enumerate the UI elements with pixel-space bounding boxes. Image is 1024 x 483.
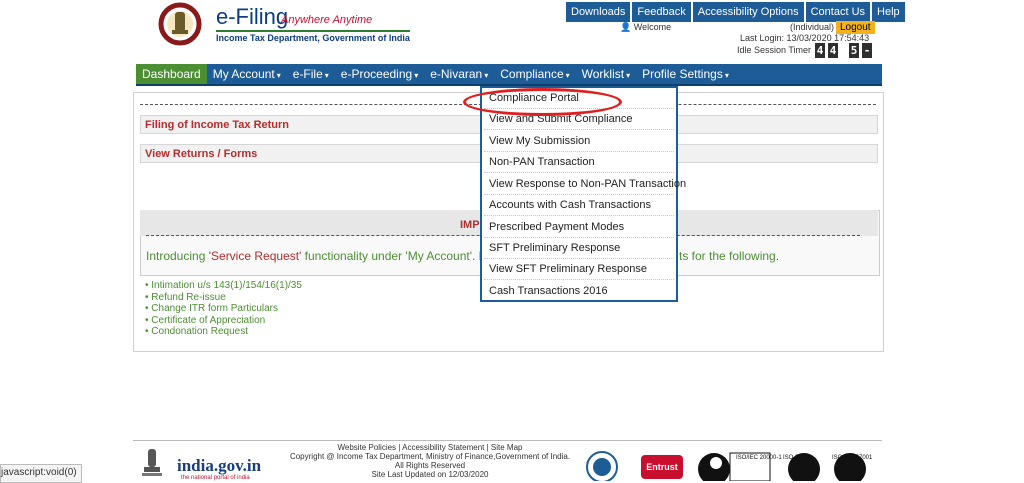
last-login: Last Login: 13/03/2020 17:54:43 [740, 33, 870, 43]
service-request-list: Intimation u/s 143(1)/154/16(1)/35 Refun… [145, 280, 302, 338]
chevron-down-icon: ▾ [414, 71, 419, 80]
footer-text: Website Policies | Accessibility Stateme… [270, 443, 590, 479]
nav-dashboard[interactable]: Dashboard [136, 64, 207, 84]
red-highlight-annotation [463, 88, 622, 116]
nav-worklist[interactable]: Worklist ▾ [576, 64, 636, 84]
top-links: Downloads Feedback Accessibility Options… [566, 2, 905, 22]
accessibility-options-link[interactable]: Accessibility Options [692, 2, 804, 22]
entrust-seal: Entrust [641, 455, 683, 479]
menu-item-non-pan-transaction[interactable]: Non-PAN Transaction [484, 152, 674, 173]
menu-item-view-sft-response[interactable]: View SFT Preliminary Response [484, 259, 674, 280]
main-nav: Dashboard My Account ▾ e-File ▾ e-Proceedi… [136, 64, 882, 86]
list-item: Intimation u/s 143(1)/154/16(1)/35 [145, 280, 302, 292]
chevron-down-icon: ▾ [724, 71, 729, 80]
nav-compliance[interactable]: Compliance ▾ [494, 64, 575, 84]
list-item: Refund Re-issue [145, 292, 302, 304]
chevron-down-icon: ▾ [626, 71, 631, 80]
feedback-link[interactable]: Feedback [632, 2, 691, 22]
list-item: Certificate of Appreciation [145, 315, 302, 327]
iso-27001-label: ISO/IEC 27001 [832, 455, 873, 461]
footer-links[interactable]: Website Policies | Accessibility Stateme… [270, 443, 590, 452]
notice-title: IMP [460, 219, 480, 231]
iso-badges-icon [698, 452, 866, 481]
nav-e-proceeding[interactable]: e-Proceeding ▾ [335, 64, 424, 84]
list-item: Change ITR form Particulars [145, 303, 302, 315]
menu-item-view-non-pan-response[interactable]: View Response to Non-PAN Transaction [484, 174, 686, 195]
india-gov-sub: the national portal of india [181, 475, 250, 481]
timer-digit: 4 [828, 43, 838, 58]
nav-e-nivaran[interactable]: e-Nivaran ▾ [424, 64, 494, 84]
menu-item-payment-modes[interactable]: Prescribed Payment Modes [484, 217, 674, 238]
notice-text: Introducing 'Service Request' functional… [146, 249, 488, 263]
nav-profile-settings[interactable]: Profile Settings ▾ [636, 64, 735, 84]
contact-us-link[interactable]: Contact Us [805, 2, 871, 22]
brand-tagline: Anywhere Anytime [281, 14, 373, 26]
menu-item-sft-response[interactable]: SFT Preliminary Response [484, 238, 674, 259]
menu-item-view-my-submission[interactable]: View My Submission [484, 131, 674, 152]
timer-digit: 4 [815, 43, 825, 58]
menu-item-cash-transactions-2016[interactable]: Cash Transactions 2016 [484, 281, 674, 302]
user-role: (Individual) [790, 22, 835, 32]
user-icon: 👤 [620, 22, 632, 32]
timer-digit: - [862, 43, 872, 58]
help-link[interactable]: Help [872, 2, 905, 22]
notice-text-tail: ts for the following. [679, 249, 780, 263]
welcome-text: 👤 Welcome [620, 22, 672, 32]
brand-title: e-Filing [216, 4, 289, 29]
nav-my-account[interactable]: My Account ▾ [207, 64, 287, 84]
chevron-down-icon: ▾ [324, 71, 329, 80]
chevron-down-icon: ▾ [484, 71, 489, 80]
timer-digit: 5 [849, 43, 859, 58]
browser-status-bar: javascript:void(0) [0, 464, 82, 483]
stqc-certificate-icon [586, 451, 618, 481]
chevron-down-icon: ▾ [276, 71, 281, 80]
nav-e-file[interactable]: e-File ▾ [287, 64, 335, 84]
menu-item-cash-accounts[interactable]: Accounts with Cash Transactions [484, 195, 674, 216]
footer-divider [133, 440, 882, 441]
india-gov-link[interactable]: india.gov.in [177, 456, 261, 476]
idle-timer-label: Idle Session Timer [737, 45, 812, 55]
brand-subtitle: Income Tax Department, Government of Ind… [216, 30, 410, 43]
income-tax-logo [158, 2, 202, 46]
national-emblem-icon [142, 449, 162, 476]
copyright: Copyright @ Income Tax Department, Minis… [289, 452, 571, 461]
iso-20000-label: ISO/IEC 20000-1 [736, 455, 782, 461]
iso-22301-label: ISO 22301 [783, 455, 812, 461]
chevron-down-icon: ▾ [565, 71, 570, 80]
last-updated: Site Last Updated on 12/03/2020 [371, 470, 489, 479]
rights: All Rights Reserved [394, 461, 466, 470]
downloads-link[interactable]: Downloads [566, 2, 631, 22]
list-item: Condonation Request [145, 326, 302, 338]
